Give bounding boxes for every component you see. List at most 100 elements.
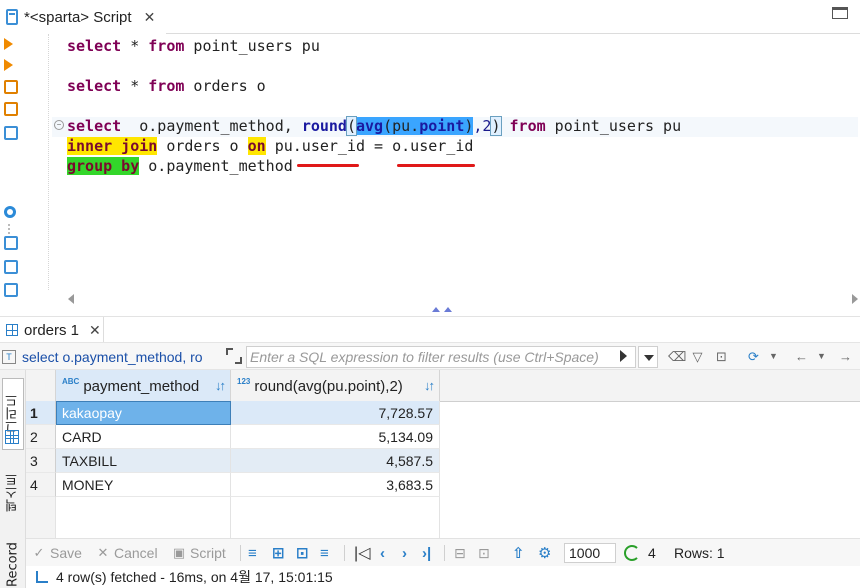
back-dropdown-icon[interactable]: ▼ [814, 349, 829, 364]
scroll-right-icon[interactable] [852, 294, 858, 304]
sort-filter-icon[interactable]: ↓↑ [215, 378, 226, 393]
cell-payment-method[interactable]: kakaopay [56, 401, 231, 425]
fetch-next-icon[interactable]: ⊟ [454, 539, 466, 567]
close-icon[interactable]: ✕ [144, 9, 156, 26]
cell-payment-method[interactable]: MONEY [56, 473, 231, 497]
filter-input[interactable] [246, 346, 636, 368]
gear-icon[interactable] [4, 206, 16, 218]
number-type-icon: 123 [237, 376, 251, 386]
table-row[interactable]: 1 kakaopay 7,728.57 [26, 401, 860, 425]
result-view-side-tabs: 그리드 텍스트 Record [0, 370, 26, 588]
cell-payment-method[interactable]: TAXBILL [56, 449, 231, 473]
cell-round-avg[interactable]: 7,728.57 [231, 401, 440, 425]
back-icon[interactable]: ← [794, 349, 809, 364]
edit-row-icon[interactable]: ≡ [248, 539, 257, 567]
save-button[interactable]: ✓ Save [32, 539, 82, 567]
sql-query-icon: T [2, 350, 16, 364]
script-icon: ▣ [172, 545, 186, 560]
execute-script-new-tab-icon[interactable] [4, 102, 18, 116]
fetched-count: 4 [648, 545, 656, 561]
apply-filter-icon[interactable] [620, 350, 627, 362]
query-text-label[interactable]: T select o.payment_method, ro [2, 346, 220, 368]
cell-round-avg[interactable]: 3,683.5 [231, 473, 440, 497]
fetch-all-icon[interactable]: ⊡ [478, 539, 490, 567]
cell-round-avg[interactable]: 4,587.5 [231, 449, 440, 473]
filter-settings-icon[interactable]: ▽ [690, 349, 705, 364]
empty-cell [56, 497, 231, 538]
filter-history-dropdown[interactable] [638, 346, 658, 368]
save-script-icon[interactable] [4, 260, 18, 274]
cancel-icon: ✕ [97, 545, 109, 560]
sql-line-4: inner join orders o on pu.user_id = o.us… [67, 137, 474, 155]
export-icon[interactable]: ⇧ [512, 539, 525, 567]
column-header-payment-method[interactable]: ABC payment_method ↓↑ [56, 370, 231, 402]
editor-tab-bar: *<sparta> Script ✕ [0, 0, 860, 34]
filter-bar: T select o.payment_method, ro ⌫ ▽ ⊡ ⟳ ▼ … [0, 342, 860, 370]
column-header-round-avg[interactable]: 123 round(avg(pu.point),2) ↓↑ [231, 370, 440, 402]
table-row[interactable]: 3 TAXBILL 4,587.5 [26, 449, 860, 473]
forward-icon[interactable]: → [838, 349, 853, 364]
save-check-icon: ✓ [33, 545, 45, 560]
toolbar-separator [240, 545, 241, 561]
tab-orders-1[interactable]: orders 1 ✕ [0, 317, 104, 343]
scroll-left-icon[interactable] [68, 294, 74, 304]
prev-row-icon[interactable]: ‹ [380, 539, 385, 567]
sql-line-2: select * from orders o [67, 77, 266, 95]
explain-icon[interactable] [4, 126, 18, 140]
close-icon[interactable]: ✕ [89, 322, 101, 339]
expand-icon[interactable] [226, 348, 242, 364]
table-row[interactable]: 4 MONEY 3,683.5 [26, 473, 860, 497]
sql-line-1: select * from point_users pu [67, 37, 320, 55]
first-row-icon[interactable]: |◁ [354, 539, 370, 567]
last-row-icon[interactable]: ›| [422, 539, 431, 567]
error-underline [397, 164, 475, 167]
tab-record-view[interactable]: Record [2, 542, 24, 588]
tab-grid-label: 그리드 [5, 394, 21, 434]
copy-row-icon[interactable]: ⊡ [296, 539, 309, 567]
execute-statement-icon[interactable] [4, 59, 13, 71]
table-row[interactable]: 2 CARD 5,134.09 [26, 425, 860, 449]
cell-payment-method[interactable]: CARD [56, 425, 231, 449]
row-number-gutter [26, 497, 56, 538]
toolbar-separator [344, 545, 345, 561]
refresh-icon[interactable] [624, 545, 640, 561]
grid-icon [6, 324, 18, 336]
add-row-icon[interactable]: ⊞ [272, 539, 285, 567]
column-filter-icon[interactable]: ⊡ [714, 349, 729, 364]
rows-label: Rows: 1 [674, 545, 725, 561]
run-icon[interactable] [4, 38, 13, 50]
column-name: round(avg(pu.point),2) [254, 377, 403, 395]
maximize-results-icon[interactable] [444, 307, 452, 312]
gear-icon[interactable]: ⚙ [538, 539, 551, 567]
row-number: 2 [26, 425, 56, 449]
editor-horizontal-scrollbar[interactable] [66, 290, 860, 306]
next-row-icon[interactable]: › [402, 539, 407, 567]
load-script-icon[interactable] [4, 236, 18, 250]
script-icon [6, 9, 18, 25]
refresh-dropdown-icon[interactable]: ▼ [766, 349, 781, 364]
results-grid[interactable]: ABC payment_method ↓↑ 123 round(avg(pu.p… [26, 370, 860, 538]
export-script-icon[interactable] [4, 283, 18, 297]
save-label: Save [50, 545, 82, 561]
fold-icon[interactable]: − [54, 120, 64, 130]
cancel-label: Cancel [114, 545, 158, 561]
delete-row-icon[interactable]: ≡ [320, 539, 329, 567]
refresh-icon[interactable]: ⟳ [746, 349, 761, 364]
sort-filter-icon[interactable]: ↓↑ [424, 378, 435, 393]
execute-script-icon[interactable] [4, 80, 18, 94]
fetch-size-input[interactable] [564, 543, 616, 563]
toolbar-separator [444, 545, 445, 561]
panel-splitter[interactable] [0, 306, 860, 316]
script-button[interactable]: ▣ Script [172, 539, 226, 567]
erase-filter-icon[interactable]: ⌫ [668, 349, 686, 364]
cell-round-avg[interactable]: 5,134.09 [231, 425, 440, 449]
row-number: 4 [26, 473, 56, 497]
tab-text-view[interactable]: 텍스트 [2, 462, 24, 524]
grid-icon [5, 430, 19, 444]
sql-editor[interactable]: − select * from point_users pu select * … [22, 34, 860, 290]
maximize-editor-icon[interactable] [432, 307, 440, 312]
cancel-button[interactable]: ✕ Cancel [96, 539, 158, 567]
statistics-icon[interactable] [36, 571, 48, 583]
minimize-icon[interactable] [830, 4, 848, 19]
tab-script[interactable]: *<sparta> Script ✕ [0, 0, 166, 34]
